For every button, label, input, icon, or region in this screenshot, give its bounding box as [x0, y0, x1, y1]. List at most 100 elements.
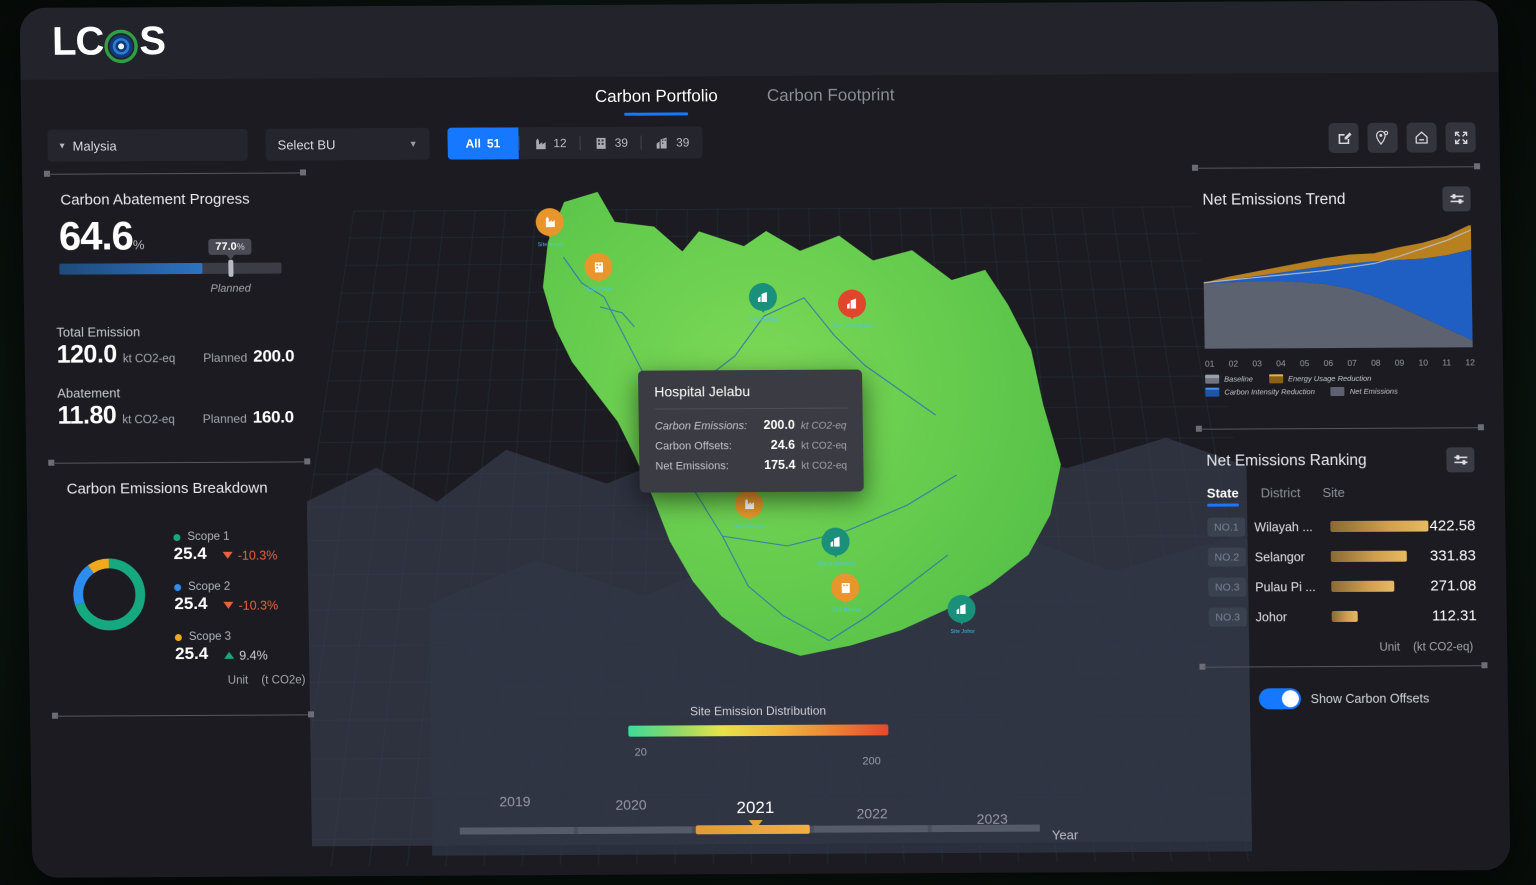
map-marker-site[interactable]: Site N.Sembilan	[817, 527, 856, 568]
scope3-value: 25.4	[174, 643, 209, 664]
resize-handle[interactable]	[307, 711, 315, 718]
sliders-icon[interactable]	[1446, 447, 1475, 473]
trend-down-icon	[223, 601, 234, 609]
rank-bar-track	[1331, 580, 1429, 593]
breakdown-legend: Scope 1 25.4 -10.3% Scope 2 25.4 -10.3% …	[173, 531, 279, 682]
timeline-segment[interactable]	[813, 825, 928, 833]
trend-x-axis: 01 02 03 04 05 06 07 08 09 10 11 12	[1205, 357, 1475, 368]
legend-swatch-icon	[1330, 386, 1345, 397]
country-select[interactable]: ▾ Malysia	[47, 128, 248, 162]
ranking-tab-state[interactable]: State	[1207, 486, 1239, 507]
tab-carbon-portfolio[interactable]: Carbon Portfolio	[595, 86, 718, 107]
map-marker-site[interactable]: Site Perak	[584, 252, 613, 293]
ranking-tab-district[interactable]: District	[1261, 485, 1301, 506]
logo-text-s: S	[139, 19, 166, 64]
legend-item-scope2[interactable]: Scope 2 25.4 -10.3%	[174, 581, 278, 615]
panel-separator	[48, 708, 318, 723]
legend-swatch-icon	[1205, 387, 1220, 397]
year-2021[interactable]: 2021	[736, 798, 774, 818]
map-marker-label: Site Johor	[950, 628, 976, 636]
abatement-progress-title: Carbon Abatement Progress	[60, 190, 250, 209]
trend-legend: Baseline Energy Usage Reduction Carbon I…	[1205, 373, 1483, 397]
edit-icon[interactable]	[1328, 122, 1359, 154]
home-icon[interactable]	[1406, 122, 1437, 153]
planned-label: Planned	[210, 282, 251, 295]
map-canvas[interactable]	[301, 162, 1253, 867]
timeline-track[interactable]	[459, 824, 1040, 835]
show-carbon-offsets-toggle[interactable]	[1258, 688, 1301, 710]
site-emission-distribution-legend: Site Emission Distribution 20 200	[628, 703, 889, 767]
logo-text-lc: LC	[51, 19, 104, 64]
net-emissions-trend-chart[interactable]	[1203, 224, 1473, 349]
map-marker-site[interactable]: Site Melaka	[831, 573, 861, 614]
legend-item-scope3[interactable]: Scope 3 25.4 9.4%	[174, 631, 279, 665]
planned-tooltip: 77.0%	[208, 238, 252, 255]
resize-handle[interactable]	[1481, 662, 1488, 669]
sliders-icon[interactable]	[1442, 186, 1471, 212]
map-marker-site[interactable]: Site Kedah	[535, 208, 564, 248]
resize-handle[interactable]	[304, 458, 311, 465]
left-panel: Carbon Abatement Progress 64.6 % 77.0% P…	[40, 166, 318, 723]
abatement-progress-unit: %	[132, 237, 145, 253]
total-emission-planned: Planned 200.0	[203, 346, 295, 366]
timeline-segment[interactable]	[459, 826, 574, 835]
tooltip-unit: kt CO2-eq	[801, 460, 848, 472]
map-marker-site[interactable]: Site Terengganu	[834, 289, 873, 330]
rank-name: Johor	[1255, 609, 1288, 624]
tab-carbon-footprint[interactable]: Carbon Footprint	[767, 85, 895, 106]
segment-office[interactable]: 39	[642, 126, 703, 158]
legend-energy-usage-reduction[interactable]: Energy Usage Reduction	[1268, 374, 1371, 384]
timeline-segment-active[interactable]	[695, 824, 810, 835]
year-2020[interactable]: 2020	[615, 797, 646, 813]
year-2019[interactable]: 2019	[499, 793, 530, 809]
ranking-tab-site[interactable]: Site	[1322, 485, 1345, 506]
rank-value: 271.08	[1430, 577, 1477, 595]
ranking-row[interactable]: NO.1 Wilayah ... 422.58	[1207, 516, 1489, 537]
fullscreen-icon[interactable]	[1445, 122, 1476, 153]
legend-baseline[interactable]: Baseline	[1205, 374, 1253, 384]
timeline-segment[interactable]	[931, 824, 1040, 833]
ranking-unit: Unit (kt CO2-eq)	[1195, 641, 1473, 654]
app-logo[interactable]: LC S	[52, 19, 166, 65]
tooltip-unit: kt CO2-eq	[801, 440, 847, 452]
rank-bar	[1331, 610, 1359, 623]
legend-carbon-intensity-reduction[interactable]: Carbon Intensity Reduction	[1205, 387, 1315, 397]
segment-all-label: All	[465, 136, 482, 151]
ranking-tabs: State District Site	[1207, 484, 1489, 506]
scope1-color-dot	[173, 533, 181, 541]
timeline-axis-label: Year	[1051, 827, 1079, 843]
resize-handle[interactable]	[1473, 163, 1481, 170]
colorbar-min: 20	[634, 746, 647, 759]
dashboard-window: LC S Carbon Portfolio Carbon Footprint ▾…	[19, 0, 1511, 878]
rank-badge: NO.1	[1207, 517, 1246, 537]
map-marker-site[interactable]: Site Johor	[947, 594, 976, 635]
planned-marker[interactable]	[228, 259, 234, 277]
segment-all[interactable]: All 51	[447, 127, 519, 160]
map-marker-label: Site N.Sembilan	[817, 561, 857, 568]
emissions-donut-chart[interactable]	[68, 553, 151, 635]
ranking-row[interactable]: NO.2 Selangor 331.83	[1207, 546, 1490, 567]
site-tooltip: Hospital Jelabu Carbon Emissions: 200.0 …	[637, 369, 864, 493]
business-unit-select[interactable]: Select BU ▼	[265, 127, 430, 161]
x-tick: 10	[1418, 357, 1429, 368]
resize-handle[interactable]	[1477, 424, 1484, 431]
legend-item-scope1[interactable]: Scope 1 25.4 -10.3%	[173, 531, 277, 565]
abatement-progress-bar[interactable]: 77.0% Planned	[59, 238, 282, 295]
ranking-row[interactable]: NO.3 Pulau Pi ... 271.08	[1208, 576, 1490, 597]
breakdown-unit-label: Unit	[227, 674, 249, 687]
rank-badge: NO.3	[1208, 577, 1247, 597]
ranking-row[interactable]: NO.3 Johor 112.31	[1208, 606, 1491, 627]
legend-net-emissions[interactable]: Net Emissions	[1330, 386, 1398, 397]
globe-icon	[104, 28, 139, 63]
resize-handle[interactable]	[299, 169, 307, 176]
year-2022[interactable]: 2022	[856, 805, 887, 821]
map-marker-site[interactable]: Site Selangor	[734, 490, 767, 530]
panel-separator	[1188, 160, 1484, 176]
colorbar-gradient[interactable]	[628, 724, 889, 737]
map-marker-site[interactable]: Site Pahang	[748, 282, 779, 323]
map-marker-label: Site Terengganu	[833, 323, 874, 330]
segment-building[interactable]: 39	[580, 127, 641, 159]
map-pin-icon[interactable]	[1367, 122, 1398, 153]
segment-factory[interactable]: 12	[519, 127, 580, 159]
timeline-segment[interactable]	[577, 826, 692, 834]
